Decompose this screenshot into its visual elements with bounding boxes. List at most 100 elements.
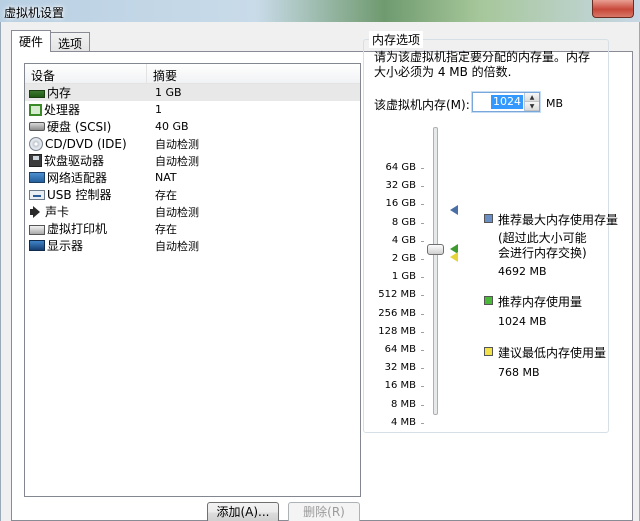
device-row-floppy[interactable]: 软盘驱动器 自动检测: [25, 152, 360, 169]
scale-label: 8 MB: [390, 399, 416, 410]
memory-description: 请为该虚拟机指定要分配的内存量。内存 大小必须为 4 MB 的倍数.: [374, 50, 610, 80]
scale-tick: [421, 277, 424, 278]
device-name: 显示器: [47, 239, 84, 253]
scale-tick: [421, 168, 424, 169]
device-summary: 自动检测: [155, 154, 199, 168]
scale-tick: [421, 259, 424, 260]
window-title: 虚拟机设置: [4, 6, 65, 20]
memory-value-input[interactable]: 1024: [491, 95, 523, 109]
cd-dvd-icon: [29, 136, 43, 151]
scale-tick: [421, 405, 424, 406]
minimum-legend-title: 建议最低内存使用量: [498, 346, 607, 360]
column-summary[interactable]: 摘要: [147, 64, 177, 83]
max-memory-marker-icon: [450, 205, 458, 215]
display-icon: [29, 240, 45, 251]
memory-slider-thumb[interactable]: [427, 244, 444, 255]
scale-tick: [421, 332, 424, 333]
device-name: 声卡: [45, 205, 70, 219]
device-name: 软盘驱动器: [44, 154, 105, 168]
device-row-cd-dvd[interactable]: CD/DVD (IDE) 自动检测: [25, 135, 360, 152]
scale-label: 1 GB: [391, 271, 416, 282]
scale-label: 32 GB: [385, 180, 416, 191]
add-button[interactable]: 添加(A)...: [207, 502, 279, 521]
device-row-usb[interactable]: USB 控制器 存在: [25, 186, 360, 203]
recommended-legend-value: 1024 MB: [498, 315, 547, 328]
scale-label: 8 GB: [391, 217, 416, 228]
memory-unit: MB: [546, 97, 564, 110]
scale-tick: [421, 423, 424, 424]
scale-label: 512 MB: [378, 289, 416, 300]
device-row-printer[interactable]: 虚拟打印机 存在: [25, 220, 360, 237]
memory-spinbox[interactable]: 1024 ▲ ▼: [472, 92, 540, 112]
title-bar: 虚拟机设置: [0, 0, 640, 22]
scale-tick: [421, 350, 424, 351]
scale-tick: [421, 368, 424, 369]
device-name: CD/DVD (IDE): [45, 136, 127, 151]
max-legend-note1: (超过此大小可能: [498, 231, 587, 245]
scale-tick: [421, 386, 424, 387]
speaker-icon: [29, 205, 43, 219]
hard-disk-icon: [29, 122, 45, 131]
scale-label: 256 MB: [378, 308, 416, 319]
minimum-legend-swatch: [484, 347, 493, 356]
device-summary: 1: [155, 103, 162, 116]
tab-options[interactable]: 选项: [50, 32, 91, 52]
column-device[interactable]: 设备: [25, 64, 147, 83]
spin-up-icon[interactable]: ▲: [525, 93, 539, 102]
device-list[interactable]: 设备 摘要 内存 1 GB 处理器 1 硬盘 (SCSI) 40 GB CD/D…: [24, 63, 361, 497]
device-list-header: 设备 摘要: [25, 64, 360, 84]
memory-options-title: 内存选项: [369, 31, 424, 48]
device-name: 处理器: [44, 103, 81, 117]
tab-hardware[interactable]: 硬件: [11, 30, 52, 52]
device-row-sound[interactable]: 声卡 自动检测: [25, 203, 360, 220]
scale-label: 4 GB: [391, 235, 416, 246]
device-name: 内存: [47, 86, 72, 100]
recommended-legend-title: 推荐内存使用量: [498, 295, 583, 309]
device-summary: 存在: [155, 222, 177, 236]
minimum-memory-marker-icon: [450, 252, 458, 262]
close-button[interactable]: [592, 0, 634, 18]
spin-down-icon[interactable]: ▼: [525, 102, 539, 111]
device-row-display[interactable]: 显示器 自动检测: [25, 237, 360, 254]
minimum-legend-value: 768 MB: [498, 366, 540, 379]
scale-tick: [421, 295, 424, 296]
printer-icon: [29, 225, 45, 235]
max-legend-title: 推荐最大内存使用存量: [498, 213, 619, 227]
scale-label: 2 GB: [391, 253, 416, 264]
spin-arrows: ▲ ▼: [524, 93, 539, 111]
scale-label: 64 MB: [384, 344, 416, 355]
device-summary: 自动检测: [155, 205, 199, 219]
scale-label: 64 GB: [385, 162, 416, 173]
recommended-legend-swatch: [484, 296, 493, 305]
usb-icon: [29, 189, 45, 200]
processor-icon: [29, 103, 42, 116]
remove-button[interactable]: 删除(R): [288, 502, 360, 521]
max-legend-value: 4692 MB: [498, 265, 547, 278]
max-legend-swatch: [484, 214, 493, 223]
memory-icon: [29, 89, 45, 98]
device-summary: 自动检测: [155, 137, 199, 151]
scale-tick: [421, 223, 424, 224]
scale-tick: [421, 241, 424, 242]
memory-field-label: 该虚拟机内存(M):: [374, 98, 470, 112]
scale-label: 32 MB: [384, 362, 416, 373]
scale-label: 128 MB: [378, 326, 416, 337]
max-legend-note2: 会进行内存交换): [498, 246, 587, 260]
scale-label: 16 MB: [384, 380, 416, 391]
network-adapter-icon: [29, 172, 45, 183]
floppy-icon: [29, 154, 42, 167]
device-summary: 存在: [155, 188, 177, 202]
device-summary: NAT: [155, 171, 177, 184]
scale-tick: [421, 314, 424, 315]
device-row-processor[interactable]: 处理器 1: [25, 101, 360, 118]
memory-slider-track[interactable]: [433, 127, 438, 415]
device-row-hard-disk[interactable]: 硬盘 (SCSI) 40 GB: [25, 118, 360, 135]
device-summary: 自动检测: [155, 239, 199, 253]
device-row-memory[interactable]: 内存 1 GB: [25, 84, 360, 101]
device-summary: 40 GB: [155, 120, 189, 133]
device-row-network[interactable]: 网络适配器 NAT: [25, 169, 360, 186]
memory-description-line2: 大小必须为 4 MB 的倍数.: [374, 65, 512, 79]
max-legend-note: (超过此大小可能 会进行内存交换): [498, 231, 587, 261]
scale-label: 4 MB: [390, 417, 416, 428]
scale-label: 16 GB: [385, 198, 416, 209]
